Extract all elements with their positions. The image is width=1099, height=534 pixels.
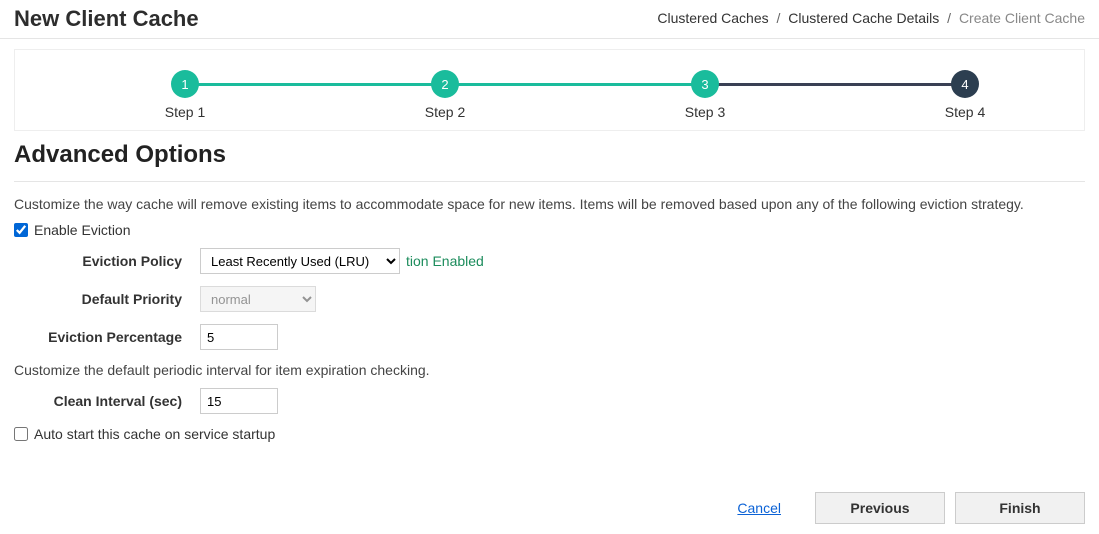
auto-start-label: Auto start this cache on service startup <box>34 426 275 442</box>
clean-interval-desc: Customize the default periodic interval … <box>14 362 1085 378</box>
enable-eviction-checkbox[interactable] <box>14 223 28 237</box>
eviction-percentage-label: Eviction Percentage <box>14 329 200 345</box>
page-header: New Client Cache Clustered Caches / Clus… <box>0 0 1099 39</box>
breadcrumb-item-details[interactable]: Clustered Cache Details <box>788 10 939 26</box>
eviction-policy-row: Eviction Policy Least Recently Used (LRU… <box>14 248 1085 274</box>
default-priority-row: Default Priority normal <box>14 286 1085 312</box>
step-3-label: Step 3 <box>685 104 725 120</box>
eviction-percentage-row: Eviction Percentage <box>14 324 1085 350</box>
section-title: Advanced Options <box>14 141 1085 169</box>
step-3-circle[interactable]: 3 <box>691 70 719 98</box>
clean-interval-input[interactable] <box>200 388 278 414</box>
breadcrumb-item-current: Create Client Cache <box>959 10 1085 26</box>
step-4-circle[interactable]: 4 <box>951 70 979 98</box>
footer-actions: Cancel Previous Finish <box>0 452 1099 534</box>
enable-eviction-label: Enable Eviction <box>34 222 131 238</box>
breadcrumb-separator: / <box>947 10 951 26</box>
breadcrumb: Clustered Caches / Clustered Cache Detai… <box>657 6 1085 26</box>
cancel-link[interactable]: Cancel <box>737 500 781 516</box>
step-4-label: Step 4 <box>945 104 985 120</box>
previous-button[interactable]: Previous <box>815 492 945 524</box>
page-title: New Client Cache <box>14 6 199 32</box>
finish-button[interactable]: Finish <box>955 492 1085 524</box>
auto-start-row: Auto start this cache on service startup <box>14 426 1085 442</box>
enable-eviction-row: Enable Eviction <box>14 222 1085 238</box>
default-priority-label: Default Priority <box>14 291 200 307</box>
step-2-label: Step 2 <box>425 104 465 120</box>
default-priority-select: normal <box>200 286 316 312</box>
step-2-circle[interactable]: 2 <box>431 70 459 98</box>
auto-start-checkbox[interactable] <box>14 427 28 441</box>
stepper: 1 2 3 4 Step 1 Step 2 Step 3 Step 4 <box>14 49 1085 131</box>
step-1-label: Step 1 <box>165 104 205 120</box>
eviction-policy-select[interactable]: Least Recently Used (LRU) <box>200 248 400 274</box>
eviction-desc: Customize the way cache will remove exis… <box>14 196 1085 212</box>
clean-interval-label: Clean Interval (sec) <box>14 393 200 409</box>
divider <box>14 181 1085 182</box>
eviction-percentage-input[interactable] <box>200 324 278 350</box>
eviction-policy-label: Eviction Policy <box>14 253 200 269</box>
clean-interval-row: Clean Interval (sec) <box>14 388 1085 414</box>
eviction-enabled-hint: tion Enabled <box>406 253 484 269</box>
breadcrumb-separator: / <box>777 10 781 26</box>
breadcrumb-item-caches[interactable]: Clustered Caches <box>657 10 768 26</box>
step-1-circle[interactable]: 1 <box>171 70 199 98</box>
